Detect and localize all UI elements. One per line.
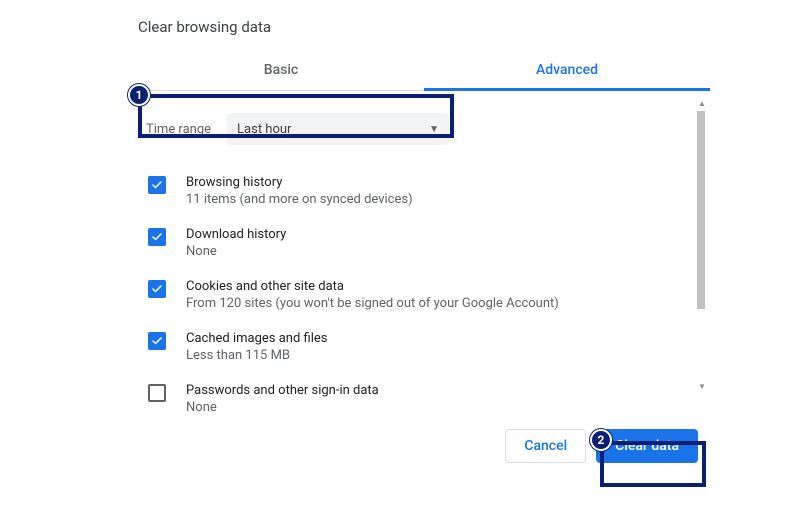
item-title: Passwords and other sign-in data <box>186 383 379 398</box>
item-desc: 11 items (and more on synced devices) <box>186 192 413 207</box>
item-title: Download history <box>186 227 286 242</box>
dialog-title: Clear browsing data <box>138 18 710 36</box>
item-desc: Less than 115 MB <box>186 348 327 363</box>
checkbox-cookies[interactable] <box>148 280 166 298</box>
list-item: Passwords and other sign-in data None <box>144 377 694 413</box>
tabs: Basic Advanced <box>138 50 710 91</box>
list-item: Browsing history 11 items (and more on s… <box>144 169 694 221</box>
item-title: Cookies and other site data <box>186 279 559 294</box>
cancel-button[interactable]: Cancel <box>505 429 586 463</box>
time-range-row: Time range Last hour ▼ <box>144 109 694 149</box>
scrollbar-thumb[interactable] <box>697 111 705 309</box>
list-item: Download history None <box>144 221 694 273</box>
list-item: Cookies and other site data From 120 sit… <box>144 273 694 325</box>
list-item: Cached images and files Less than 115 MB <box>144 325 694 377</box>
time-range-label: Time range <box>146 122 211 137</box>
item-title: Cached images and files <box>186 331 327 346</box>
scrollbar-down-icon[interactable]: ▼ <box>698 382 706 391</box>
scroll-area: Time range Last hour ▼ Browsing history … <box>138 91 710 413</box>
chevron-down-icon: ▼ <box>429 124 439 135</box>
time-range-value: Last hour <box>237 122 291 137</box>
time-range-select[interactable]: Last hour ▼ <box>227 113 449 145</box>
clear-data-button[interactable]: Clear data <box>596 429 698 463</box>
vertical-scrollbar[interactable]: ▲ ▼ <box>694 97 708 393</box>
tab-advanced[interactable]: Advanced <box>424 50 710 91</box>
item-title: Browsing history <box>186 175 413 190</box>
item-desc: None <box>186 400 379 413</box>
dialog-button-row: Cancel Clear data <box>138 413 710 463</box>
clear-browsing-data-dialog: Clear browsing data Basic Advanced Time … <box>138 18 710 463</box>
tab-basic[interactable]: Basic <box>138 50 424 90</box>
item-desc: None <box>186 244 286 259</box>
checkbox-passwords[interactable] <box>148 384 166 402</box>
scrollbar-up-icon[interactable]: ▲ <box>698 99 706 108</box>
scroll-content: Time range Last hour ▼ Browsing history … <box>138 91 710 413</box>
checkbox-download-history[interactable] <box>148 228 166 246</box>
checkbox-cached-files[interactable] <box>148 332 166 350</box>
checkbox-browsing-history[interactable] <box>148 176 166 194</box>
item-desc: From 120 sites (you won't be signed out … <box>186 296 559 311</box>
